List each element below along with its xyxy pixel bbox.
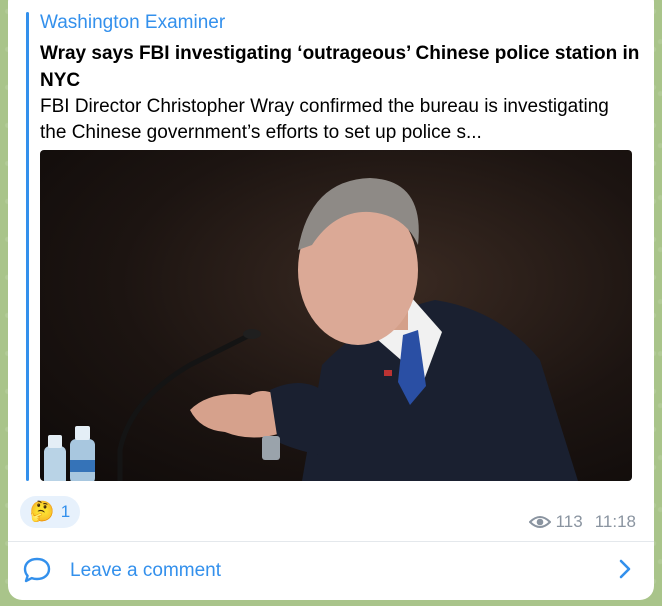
eye-icon: [528, 516, 551, 528]
thinking-face-icon: 🤔: [29, 501, 55, 523]
preview-headline[interactable]: Wray says FBI investigating ‘outrageous’…: [40, 40, 640, 94]
preview-site-name[interactable]: Washington Examiner: [40, 12, 225, 34]
view-count-value: 113: [555, 512, 583, 531]
message-meta: 113 11:18: [528, 512, 636, 532]
preview-photo-illustration: [44, 178, 578, 481]
preview-image[interactable]: [40, 150, 632, 481]
chevron-right-icon: [619, 559, 631, 579]
link-preview-accent-bar: [26, 12, 29, 481]
leave-comment-label: Leave a comment: [70, 560, 222, 581]
message-time: 11:18: [594, 512, 636, 531]
reaction-count: 1: [60, 502, 71, 521]
comment-bubble-icon: [23, 557, 51, 583]
view-count: 113: [528, 512, 583, 532]
leave-comment-button[interactable]: Leave a comment: [8, 542, 654, 598]
preview-description[interactable]: FBI Director Christopher Wray confirmed …: [40, 94, 640, 146]
reaction-thinking[interactable]: 🤔 1: [20, 496, 80, 528]
